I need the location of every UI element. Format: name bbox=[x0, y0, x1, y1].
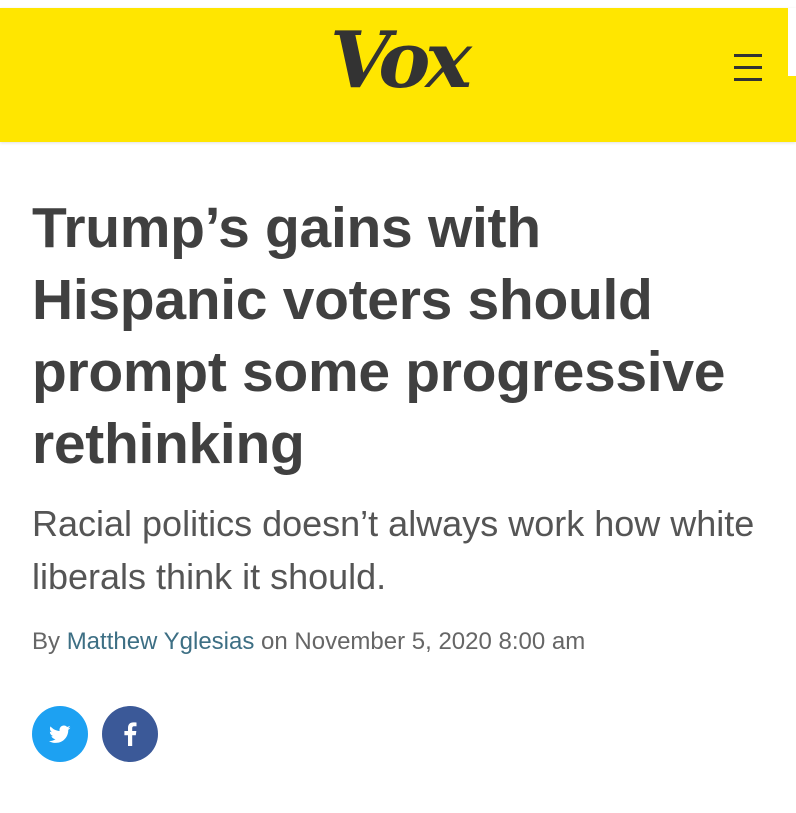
article-dek: Racial politics doesn’t always work how … bbox=[32, 503, 755, 597]
byline: By Matthew Yglesias on November 5, 2020 … bbox=[32, 626, 772, 658]
header-edge bbox=[788, 8, 796, 76]
vox-logo[interactable]: Vox bbox=[330, 22, 472, 100]
site-header: Vox bbox=[0, 8, 796, 142]
article-headline: Trump’s gains with Hispanic voters shoul… bbox=[32, 196, 726, 476]
facebook-share-button[interactable] bbox=[102, 706, 158, 762]
byline-on: on bbox=[261, 628, 288, 655]
publish-date: November 5, 2020 8:00 am bbox=[294, 628, 586, 655]
status-strip bbox=[0, 0, 796, 8]
byline-prefix: By bbox=[32, 628, 61, 655]
hamburger-menu-icon[interactable] bbox=[726, 48, 770, 88]
twitter-icon bbox=[49, 725, 71, 743]
author-link[interactable]: Matthew Yglesias bbox=[67, 628, 255, 655]
twitter-share-button[interactable] bbox=[32, 706, 88, 762]
facebook-icon bbox=[124, 722, 137, 746]
